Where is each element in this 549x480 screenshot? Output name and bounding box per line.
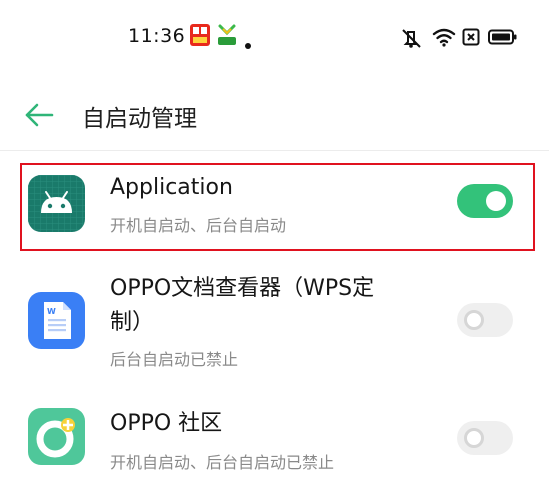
app-status: 后台自启动已禁止: [110, 350, 239, 369]
app-row-community[interactable]: OPPO 社区 开机自启动、后台自启动已禁止: [0, 395, 549, 480]
toggle-knob: [464, 310, 484, 330]
community-app-icon: [28, 408, 85, 465]
app-row-wps[interactable]: W OPPO文档查看器（WPS定 制） 后台自启动已禁止: [0, 268, 549, 378]
toggle-knob: [464, 428, 484, 448]
wifi-icon: [432, 27, 456, 51]
highlight-box: [20, 163, 535, 251]
header-divider: [0, 150, 549, 151]
mute-icon: [400, 27, 424, 53]
autostart-toggle[interactable]: [457, 303, 513, 337]
sim-icon: [462, 28, 480, 50]
svg-text:W: W: [47, 307, 56, 316]
app-name: OPPO文档查看器（WPS定 制）: [110, 276, 375, 335]
status-bar: 11:36: [0, 0, 549, 76]
app-status: 开机自启动、后台自启动已禁止: [110, 453, 335, 472]
battery-icon: [488, 29, 518, 49]
back-arrow-icon[interactable]: [22, 100, 56, 130]
status-time: 11:36: [128, 25, 186, 47]
notification-app-icon-2: [216, 23, 238, 51]
notification-app-icon: [189, 23, 211, 51]
app-header: 自启动管理: [0, 80, 549, 150]
page-title: 自启动管理: [82, 106, 197, 132]
dot-icon: [245, 34, 251, 53]
app-name: OPPO 社区: [110, 411, 223, 436]
wps-document-icon: W: [28, 292, 85, 349]
autostart-toggle[interactable]: [457, 421, 513, 455]
